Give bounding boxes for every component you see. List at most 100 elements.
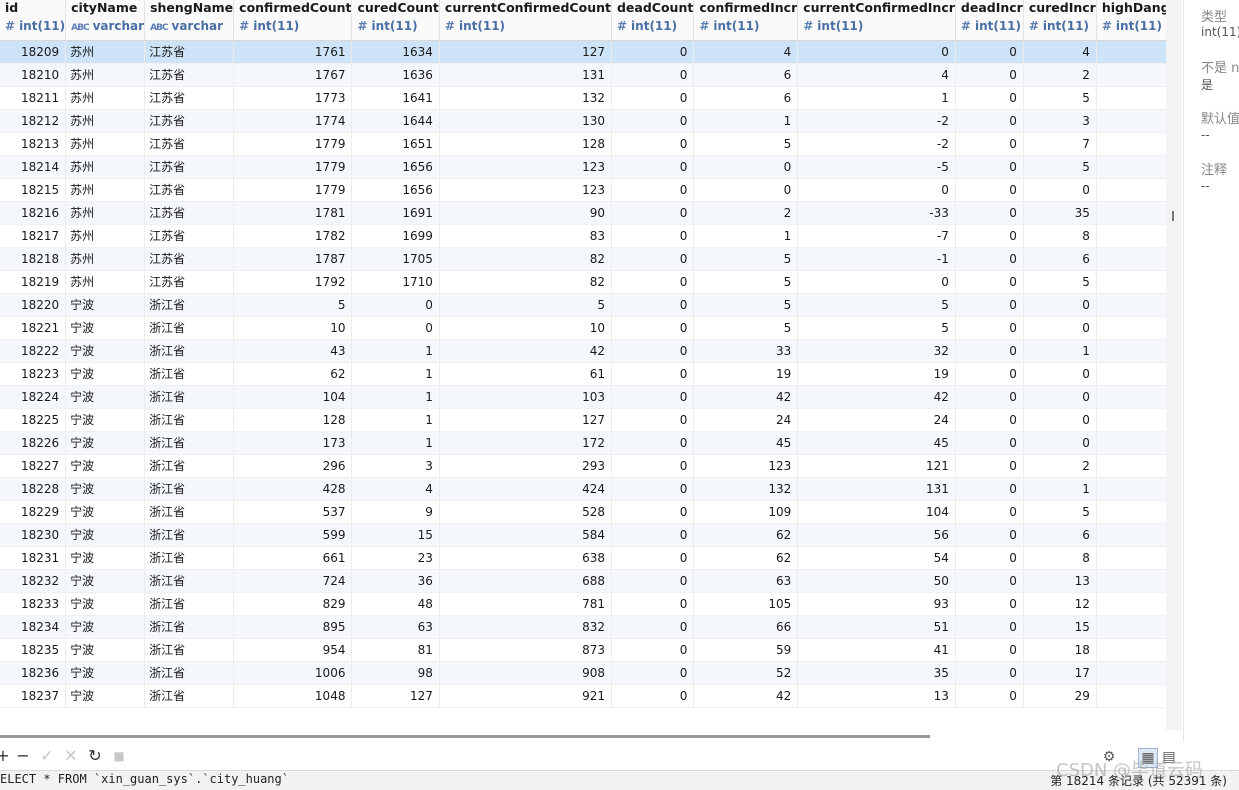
table-cell[interactable]: 18237 [0, 684, 67, 708]
table-cell[interactable]: 42 [439, 339, 612, 363]
table-cell[interactable]: 1774 [233, 109, 353, 133]
table-cell[interactable]: 4 [351, 477, 440, 501]
table-cell[interactable]: 0 [955, 638, 1024, 662]
table-cell[interactable]: 苏州 [65, 86, 146, 110]
table-cell[interactable]: 浙江省 [144, 638, 235, 662]
table-cell[interactable]: 0 [611, 385, 695, 409]
column-header[interactable]: curedCount # int(11) [351, 0, 440, 41]
table-cell[interactable]: 1 [351, 431, 440, 455]
table-cell[interactable]: 宁波 [65, 316, 146, 340]
table-cell[interactable]: 0 [955, 155, 1024, 179]
table-cell[interactable]: 10 [439, 316, 612, 340]
table-cell[interactable]: 35 [1023, 201, 1097, 225]
table-cell[interactable]: 0 [955, 293, 1024, 317]
table-cell[interactable]: 18219 [0, 270, 67, 294]
table-cell[interactable]: 18232 [0, 569, 67, 593]
table-cell[interactable]: 0 [611, 362, 695, 386]
table-cell[interactable]: 1 [693, 109, 799, 133]
table-cell[interactable]: 0 [955, 178, 1024, 202]
table-cell[interactable]: 0 [797, 270, 956, 294]
table-cell[interactable]: 1 [351, 339, 440, 363]
table-cell[interactable]: 121 [797, 454, 956, 478]
table-cell[interactable]: 1782 [233, 224, 353, 248]
table-cell[interactable]: 35 [797, 661, 956, 685]
table-row[interactable]: 18233宁波浙江省8294878101059301200 [0, 592, 1166, 616]
table-cell[interactable]: 293 [439, 454, 612, 478]
table-row[interactable]: 18209苏州江苏省1761163412704004057 [0, 40, 1166, 64]
table-cell[interactable]: 宁波 [65, 661, 146, 685]
table-cell[interactable]: 浙江省 [144, 661, 235, 685]
table-cell[interactable]: 苏州 [65, 201, 146, 225]
table-row[interactable]: 18225宁波浙江省1281127024240000 [0, 408, 1166, 432]
table-cell[interactable]: 18 [1023, 638, 1097, 662]
table-cell[interactable]: 63 [351, 615, 440, 639]
table-cell[interactable]: 18216 [0, 201, 67, 225]
table-cell[interactable]: 24 [797, 408, 956, 432]
table-cell[interactable]: 0 [611, 132, 695, 156]
table-cell[interactable]: 1 [351, 385, 440, 409]
table-cell[interactable]: 0 [693, 155, 799, 179]
table-cell[interactable]: 127 [351, 684, 440, 708]
table-cell[interactable]: 18228 [0, 477, 67, 501]
table-cell[interactable]: 0 [611, 546, 695, 570]
table-cell[interactable]: 0 [955, 500, 1024, 524]
table-cell[interactable]: 537 [233, 500, 353, 524]
table-cell[interactable]: 0 [955, 661, 1024, 685]
table-cell[interactable]: 5 [439, 293, 612, 317]
table-cell[interactable]: 18231 [0, 546, 67, 570]
table-cell[interactable]: 宁波 [65, 362, 146, 386]
table-cell[interactable]: 19 [693, 362, 799, 386]
delete-row-button[interactable]: − [14, 746, 32, 766]
table-cell[interactable]: 0 [1023, 385, 1097, 409]
table-cell[interactable]: -2 [797, 109, 956, 133]
table-cell[interactable]: 1641 [351, 86, 440, 110]
table-cell[interactable]: 1787 [233, 247, 353, 271]
table-cell[interactable]: 1 [1023, 477, 1097, 501]
table-cell[interactable]: 829 [233, 592, 353, 616]
table-cell[interactable]: 浙江省 [144, 546, 235, 570]
table-cell[interactable]: 5 [693, 132, 799, 156]
form-view-icon[interactable]: ▤ [1160, 748, 1178, 766]
stop-button[interactable]: ■ [110, 746, 128, 766]
table-cell[interactable]: 0 [1096, 109, 1166, 133]
table-cell[interactable]: 81 [351, 638, 440, 662]
table-cell[interactable]: 638 [439, 546, 612, 570]
table-cell[interactable]: 1 [351, 408, 440, 432]
table-cell[interactable]: 109 [693, 500, 799, 524]
table-cell[interactable]: 浙江省 [144, 569, 235, 593]
column-header[interactable]: highDangerCount#int(11) [1096, 0, 1166, 41]
table-cell[interactable]: 0 [955, 316, 1024, 340]
table-cell[interactable]: 832 [439, 615, 612, 639]
table-cell[interactable]: 104 [797, 500, 956, 524]
table-cell[interactable]: 0 [955, 63, 1024, 87]
table-cell[interactable]: 172 [439, 431, 612, 455]
table-cell[interactable]: 0 [1096, 638, 1166, 662]
table-cell[interactable]: 10 [233, 316, 353, 340]
table-cell[interactable]: 18226 [0, 431, 67, 455]
column-header[interactable]: currentConfirmedCount # int(11) [439, 0, 612, 41]
table-cell[interactable]: 0 [955, 684, 1024, 708]
table-cell[interactable]: 0 [955, 569, 1024, 593]
table-cell[interactable]: 173 [233, 431, 353, 455]
table-row[interactable]: 18220宁波浙江省5050550000 [0, 293, 1166, 317]
table-cell[interactable]: 宁波 [65, 546, 146, 570]
table-cell[interactable]: 0 [955, 477, 1024, 501]
table-cell[interactable]: 0 [1023, 362, 1097, 386]
table-cell[interactable]: 781 [439, 592, 612, 616]
table-cell[interactable]: 0 [611, 224, 695, 248]
table-cell[interactable]: 908 [439, 661, 612, 685]
table-cell[interactable]: 128 [233, 408, 353, 432]
table-cell[interactable]: 0 [1023, 293, 1097, 317]
table-cell[interactable]: 52 [693, 661, 799, 685]
table-cell[interactable]: 4 [1023, 40, 1097, 64]
table-cell[interactable]: 18218 [0, 247, 67, 271]
table-cell[interactable]: 62 [233, 362, 353, 386]
column-header[interactable]: deadIncr # int(11) [955, 0, 1024, 41]
table-cell[interactable]: 0 [1096, 661, 1166, 685]
table-cell[interactable]: 0 [955, 523, 1024, 547]
table-cell[interactable]: 0 [955, 270, 1024, 294]
table-cell[interactable]: 江苏省 [144, 247, 235, 271]
table-cell[interactable]: 98 [351, 661, 440, 685]
table-cell[interactable]: 0 [611, 523, 695, 547]
table-cell[interactable]: 浙江省 [144, 385, 235, 409]
